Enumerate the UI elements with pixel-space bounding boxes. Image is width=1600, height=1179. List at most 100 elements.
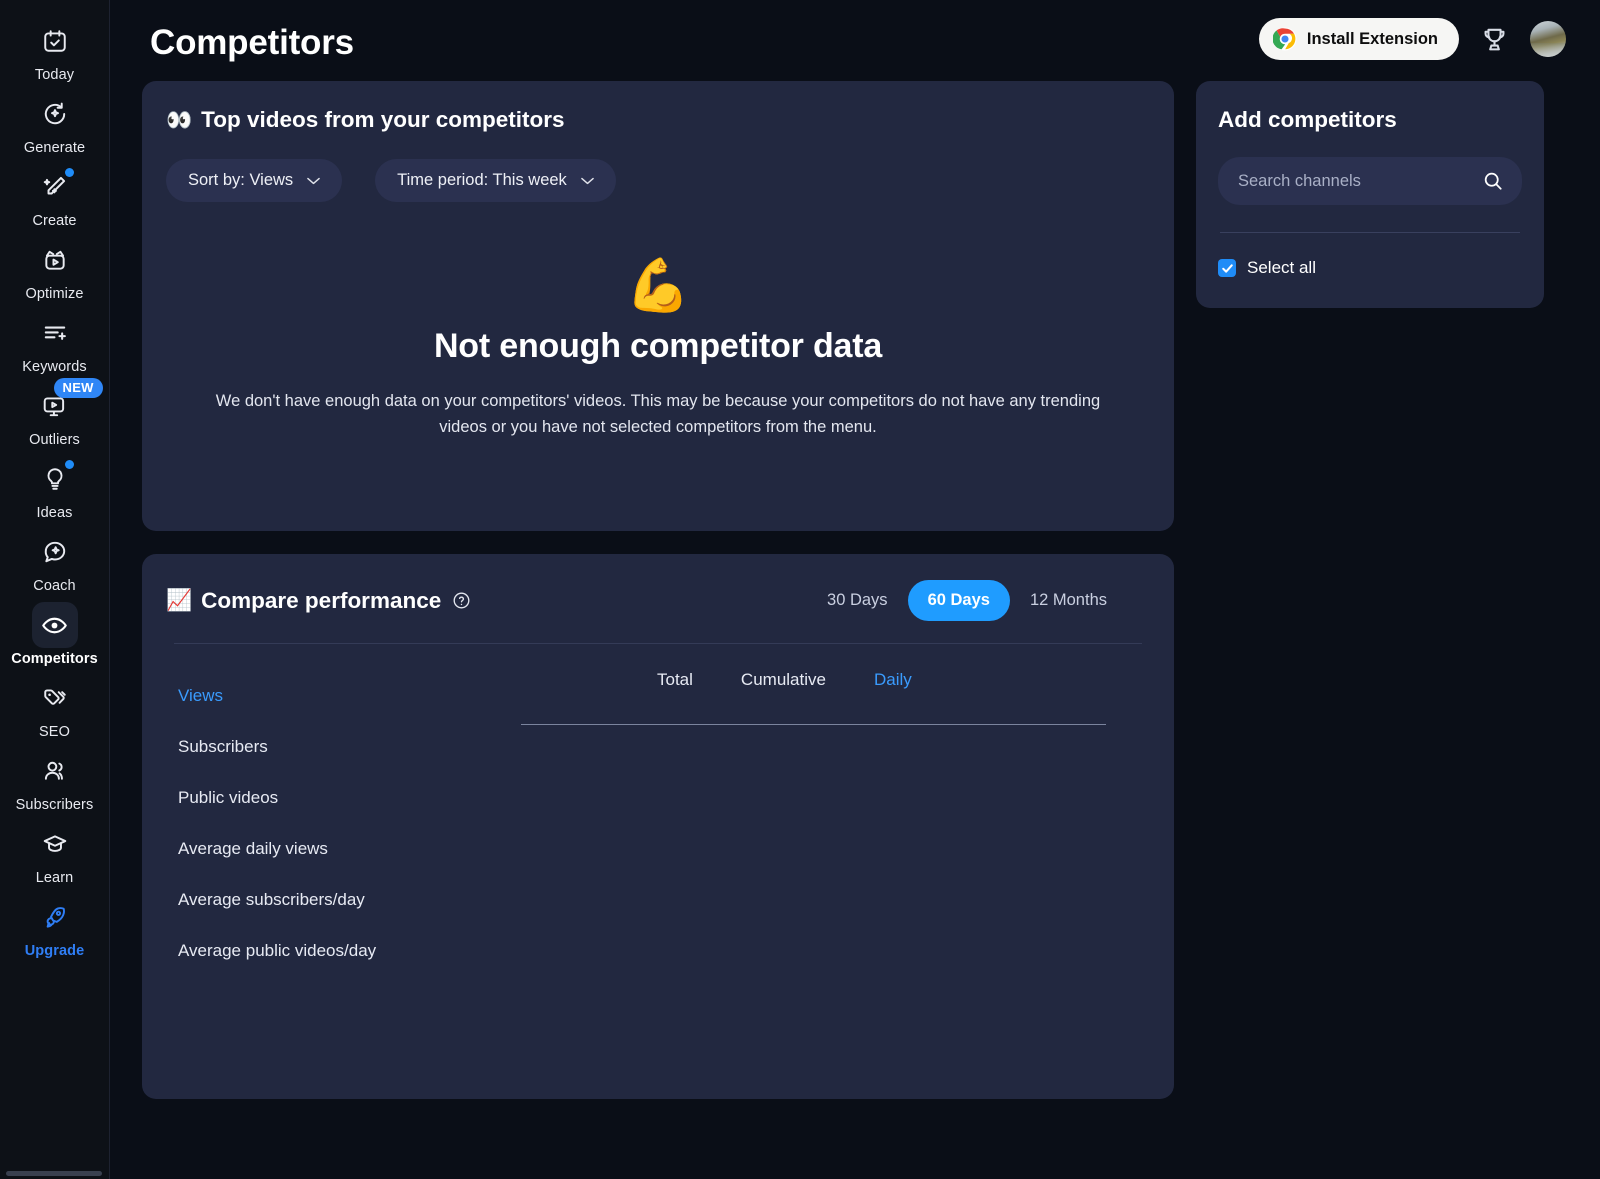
time-period-dropdown[interactable]: Time period: This week xyxy=(375,159,616,202)
sidebar-item-outliers[interactable]: NEW Outliers xyxy=(0,383,110,448)
metric-views[interactable]: Views xyxy=(178,670,521,721)
notification-dot xyxy=(65,460,74,469)
top-videos-title: 👀 Top videos from your competitors xyxy=(166,107,1150,133)
sidebar-item-today[interactable]: Today xyxy=(0,18,110,83)
sidebar-item-keywords[interactable]: Keywords xyxy=(0,310,110,375)
compare-body: Views Subscribers Public videos Average … xyxy=(166,670,1150,1025)
sidebar-item-label: Generate xyxy=(24,140,85,156)
sidebar-item-optimize[interactable]: Optimize xyxy=(0,237,110,302)
sidebar-item-label: Keywords xyxy=(22,359,86,375)
search-channels-field[interactable] xyxy=(1218,157,1522,205)
sidebar-item-upgrade[interactable]: Upgrade xyxy=(0,894,110,959)
top-bar: Competitors Install Extension xyxy=(142,0,1572,78)
flexed-biceps-emoji-icon: 💪 xyxy=(166,260,1150,312)
sidebar-item-label: Upgrade xyxy=(25,943,85,959)
video-box-icon xyxy=(32,237,78,283)
top-actions: Install Extension xyxy=(1259,18,1566,60)
sidebar-item-label: Coach xyxy=(33,578,75,594)
range-30-days[interactable]: 30 Days xyxy=(807,580,908,621)
sidebar-item-label: Learn xyxy=(36,870,74,886)
eye-icon xyxy=(32,602,78,648)
range-60-days[interactable]: 60 Days xyxy=(908,580,1010,621)
search-input[interactable] xyxy=(1238,172,1482,191)
compare-divider xyxy=(174,643,1142,644)
install-extension-button[interactable]: Install Extension xyxy=(1259,18,1459,60)
metric-average-subscribers-per-day[interactable]: Average subscribers/day xyxy=(178,874,521,925)
chat-sparkle-icon xyxy=(32,529,78,575)
page-title: Competitors xyxy=(150,23,354,63)
rocket-icon xyxy=(32,894,78,940)
search-icon[interactable] xyxy=(1482,170,1504,192)
add-competitors-title: Add competitors xyxy=(1218,107,1522,133)
empty-state-description: We don't have enough data on your compet… xyxy=(213,388,1103,440)
metric-public-videos[interactable]: Public videos xyxy=(178,772,521,823)
right-column: Add competitors xyxy=(1196,81,1544,308)
sidebar-scrollbar[interactable] xyxy=(6,1171,102,1176)
avatar[interactable] xyxy=(1530,21,1566,57)
sidebar-item-learn[interactable]: Learn xyxy=(0,821,110,886)
refresh-sparkle-icon xyxy=(32,91,78,137)
sidebar-item-label: Competitors xyxy=(11,651,98,667)
metric-subscribers[interactable]: Subscribers xyxy=(178,721,521,772)
app-root: Today Generate Create xyxy=(0,0,1600,1179)
range-12-months[interactable]: 12 Months xyxy=(1010,580,1127,621)
compare-performance-title: 📈 Compare performance xyxy=(166,588,471,614)
chart-mode-cumulative[interactable]: Cumulative xyxy=(717,670,850,690)
chevron-down-icon xyxy=(581,177,594,185)
sidebar-item-coach[interactable]: Coach xyxy=(0,529,110,594)
content-area: 👀 Top videos from your competitors Sort … xyxy=(142,81,1572,1099)
add-competitors-divider xyxy=(1220,232,1520,233)
users-icon xyxy=(32,748,78,794)
chart-increasing-emoji-icon: 📈 xyxy=(166,590,192,611)
calendar-check-icon xyxy=(32,18,78,64)
sidebar-item-seo[interactable]: SEO xyxy=(0,675,110,740)
sidebar-item-label: Today xyxy=(35,67,74,83)
main-content: Competitors Install Extension xyxy=(110,0,1600,1179)
top-videos-filters: Sort by: Views Time period: This week xyxy=(166,159,1150,202)
chart-mode-tabs: Total Cumulative Daily xyxy=(521,670,1106,690)
chart-axis-line xyxy=(521,724,1106,725)
chevron-down-icon xyxy=(307,177,320,185)
sidebar-item-create[interactable]: Create xyxy=(0,164,110,229)
install-extension-label: Install Extension xyxy=(1307,30,1438,49)
notification-dot xyxy=(65,168,74,177)
select-all-label: Select all xyxy=(1247,258,1316,278)
chart-mode-total[interactable]: Total xyxy=(633,670,717,690)
sidebar-item-label: Subscribers xyxy=(16,797,94,813)
time-period-label: Time period: This week xyxy=(397,171,567,190)
chrome-icon xyxy=(1273,27,1297,51)
sort-by-dropdown[interactable]: Sort by: Views xyxy=(166,159,342,202)
sidebar-item-label: Optimize xyxy=(25,286,83,302)
chart-mode-daily[interactable]: Daily xyxy=(850,670,936,690)
new-badge: NEW xyxy=(54,378,103,398)
sidebar-item-ideas[interactable]: Ideas xyxy=(0,456,110,521)
metric-average-public-videos-per-day[interactable]: Average public videos/day xyxy=(178,925,521,976)
sidebar-item-label: SEO xyxy=(39,724,70,740)
metric-list: Views Subscribers Public videos Average … xyxy=(166,670,521,1025)
question-circle-icon[interactable] xyxy=(452,591,471,610)
top-videos-title-text: Top videos from your competitors xyxy=(201,107,564,133)
sidebar-item-competitors[interactable]: Competitors xyxy=(0,602,110,667)
sidebar-item-subscribers[interactable]: Subscribers xyxy=(0,748,110,813)
chart-plot-area xyxy=(521,725,1106,1025)
add-competitors-card: Add competitors xyxy=(1196,81,1544,308)
sidebar-item-generate[interactable]: Generate xyxy=(0,91,110,156)
list-sparkle-icon xyxy=(32,310,78,356)
select-all-checkbox[interactable] xyxy=(1218,259,1236,277)
trophy-icon[interactable] xyxy=(1480,25,1509,54)
sort-by-label: Sort by: Views xyxy=(188,171,293,190)
metric-average-daily-views[interactable]: Average daily views xyxy=(178,823,521,874)
compare-performance-title-text: Compare performance xyxy=(201,588,441,614)
compare-header: 📈 Compare performance 30 Days 60 Days xyxy=(166,580,1150,621)
select-all-row[interactable]: Select all xyxy=(1218,258,1522,278)
tags-icon xyxy=(32,675,78,721)
sidebar-item-label: Ideas xyxy=(37,505,73,521)
compare-performance-card: 📈 Compare performance 30 Days 60 Days xyxy=(142,554,1174,1099)
monitor-play-icon: NEW xyxy=(32,383,78,429)
lightbulb-icon xyxy=(32,456,78,502)
sidebar: Today Generate Create xyxy=(0,0,110,1179)
chart-pane: Total Cumulative Daily xyxy=(521,670,1150,1025)
check-icon xyxy=(1221,262,1234,275)
empty-state-title: Not enough competitor data xyxy=(166,327,1150,366)
left-column: 👀 Top videos from your competitors Sort … xyxy=(142,81,1174,1099)
